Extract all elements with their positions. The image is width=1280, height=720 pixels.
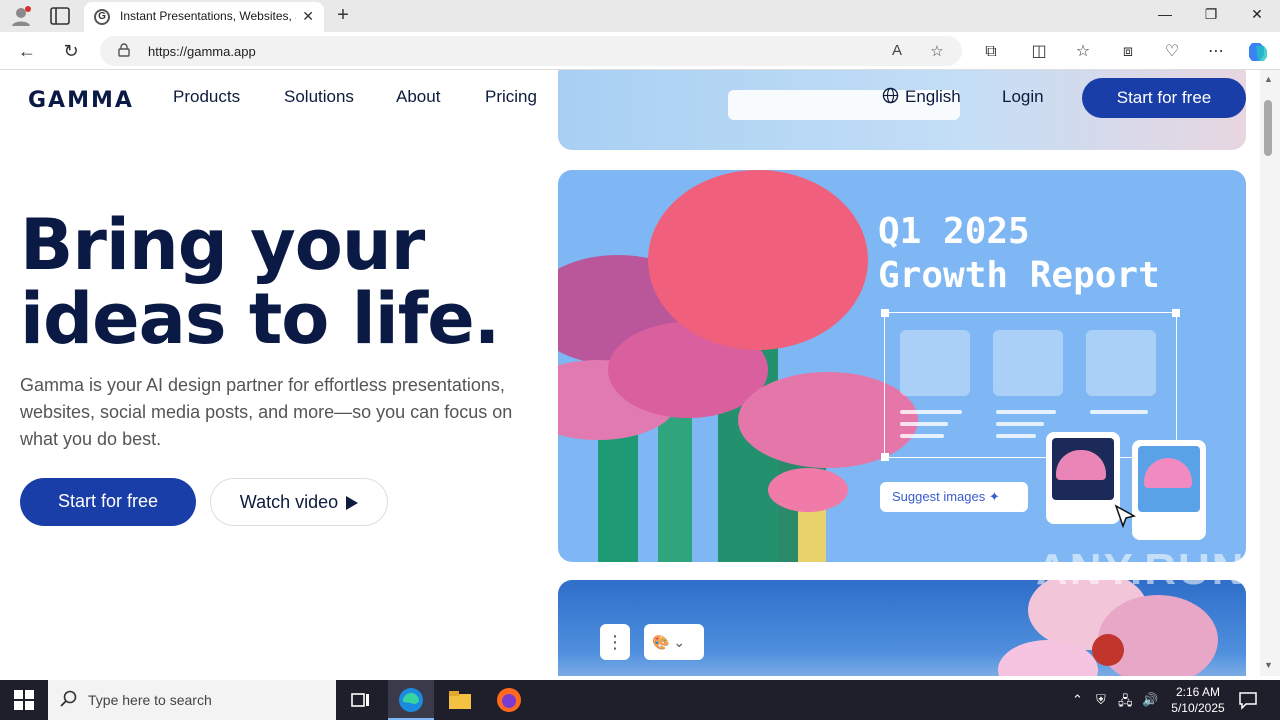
scrollbar-thumb[interactable] (1264, 100, 1272, 156)
scroll-up-icon[interactable]: ▲ (1264, 74, 1273, 84)
image-placeholder-icon (993, 330, 1063, 396)
more-menu-icon[interactable]: ⋯ (1206, 42, 1226, 62)
url-text: https://gamma.app (148, 44, 256, 59)
extensions-icon[interactable]: ⧉ (981, 42, 1001, 62)
favorite-star-icon[interactable]: ☆ (928, 42, 946, 60)
notifications-icon[interactable] (1238, 690, 1258, 710)
nav-products[interactable]: Products (173, 87, 240, 107)
watch-video-button[interactable]: Watch video (210, 478, 388, 526)
text-line (1090, 410, 1148, 414)
tray-chevron-icon[interactable]: ⌃ (1072, 692, 1083, 708)
active-tab[interactable]: G Instant Presentations, Websites, a ✕ (84, 2, 324, 32)
anyrun-watermark: ANY.RUN (1036, 545, 1246, 594)
url-field[interactable]: https://gamma.app A ☆ (100, 36, 962, 66)
nav-pricing[interactable]: Pricing (485, 87, 537, 107)
profile-icon[interactable] (10, 5, 32, 27)
play-icon (346, 496, 359, 510)
tab-actions-icon[interactable] (50, 7, 70, 25)
hero-title: Bring your ideas to life. (20, 204, 500, 360)
refresh-icon[interactable]: ↻ (60, 40, 82, 62)
sparkle-icon: ✦ (988, 489, 1000, 504)
suggest-images-button[interactable]: Suggest images ✦ (880, 482, 1028, 512)
nav-about[interactable]: About (396, 87, 440, 107)
windows-start-icon[interactable] (14, 690, 34, 710)
mushroom-illustration (558, 170, 918, 562)
favorites-icon[interactable]: ☆ (1073, 42, 1093, 62)
gamma-logo[interactable]: GAMMA (28, 88, 134, 113)
card-title-line1: Q1 2025 (878, 211, 1030, 252)
browser-essentials-icon[interactable]: ♡ (1162, 42, 1182, 62)
gamma-favicon-icon: G (94, 9, 110, 25)
split-screen-icon[interactable]: ◫ (1029, 42, 1049, 62)
text-line (900, 422, 948, 426)
windows-taskbar: Type here to search ⌃ ⛨ 🖧 🔊 2:16 AM 5/10… (0, 680, 1280, 720)
copilot-icon[interactable] (1246, 40, 1270, 64)
restore-button[interactable]: ❐ (1188, 6, 1234, 23)
image-placeholder-icon (900, 330, 970, 396)
read-aloud-icon[interactable]: A (888, 42, 906, 60)
clock-time: 2:16 AM (1175, 685, 1221, 699)
task-view-icon[interactable] (346, 686, 374, 714)
back-arrow-icon[interactable]: ← (16, 40, 38, 62)
search-icon (60, 690, 77, 707)
window-close-button[interactable]: ✕ (1234, 6, 1280, 23)
collections-icon[interactable]: ⧈ (1118, 42, 1138, 62)
card-title: Q1 2025 Growth Report (878, 210, 1160, 298)
language-label: English (905, 87, 961, 106)
clock-date: 5/10/2025 (1171, 701, 1225, 715)
edge-icon[interactable] (397, 686, 425, 714)
image-placeholder-icon (1086, 330, 1156, 396)
card-title-line2: Growth Report (878, 255, 1160, 296)
volume-icon[interactable]: 🔊 (1142, 692, 1158, 708)
hero-subtitle: Gamma is your AI design partner for effo… (20, 375, 513, 449)
start-free-header-button[interactable]: Start for free (1082, 78, 1246, 118)
growth-report-card: Q1 2025 Growth Report Suggest images ✦ (558, 170, 1246, 562)
taskbar-clock[interactable]: 2:16 AM 5/10/2025 (1162, 684, 1234, 716)
tab-close-icon[interactable]: ✕ (302, 8, 314, 25)
theme-picker[interactable]: 🎨 ⌄ (644, 624, 704, 660)
login-link[interactable]: Login (1002, 87, 1044, 107)
start-free-button[interactable]: Start for free (20, 478, 196, 526)
scroll-down-icon[interactable]: ▼ (1264, 660, 1273, 670)
suggest-images-label: Suggest images (892, 489, 986, 504)
text-line (996, 434, 1036, 438)
text-line (996, 410, 1056, 414)
network-icon[interactable]: 🖧 (1118, 692, 1133, 714)
tray-security-icon[interactable]: ⛨ (1096, 692, 1106, 708)
new-tab-button[interactable]: + (332, 4, 354, 27)
nav-solutions[interactable]: Solutions (284, 87, 354, 107)
file-explorer-icon[interactable] (446, 686, 474, 714)
language-selector[interactable]: English (882, 87, 961, 107)
tab-title: Instant Presentations, Websites, a (120, 9, 296, 23)
search-placeholder: Type here to search (88, 692, 212, 708)
text-line (900, 410, 962, 414)
lock-icon (118, 43, 130, 57)
taskbar-search[interactable]: Type here to search (48, 680, 336, 720)
watch-video-label: Watch video (239, 492, 339, 512)
minimize-button[interactable]: — (1142, 6, 1188, 22)
globe-icon (882, 87, 899, 104)
firefox-icon[interactable] (495, 686, 523, 714)
text-line (996, 422, 1044, 426)
chevron-down-icon: ⌄ (673, 634, 686, 650)
browser-tab-bar: G Instant Presentations, Websites, a ✕ +… (0, 0, 1280, 32)
image-thumbnail-1 (1046, 432, 1120, 524)
text-line (900, 434, 944, 438)
cursor-icon (1114, 504, 1137, 529)
page-scrollbar[interactable]: ▲ ▼ (1260, 70, 1280, 676)
image-thumbnail-2 (1132, 440, 1206, 540)
palette-icon: 🎨 (652, 634, 670, 650)
more-vertical-icon[interactable]: ⋮ (600, 624, 630, 660)
